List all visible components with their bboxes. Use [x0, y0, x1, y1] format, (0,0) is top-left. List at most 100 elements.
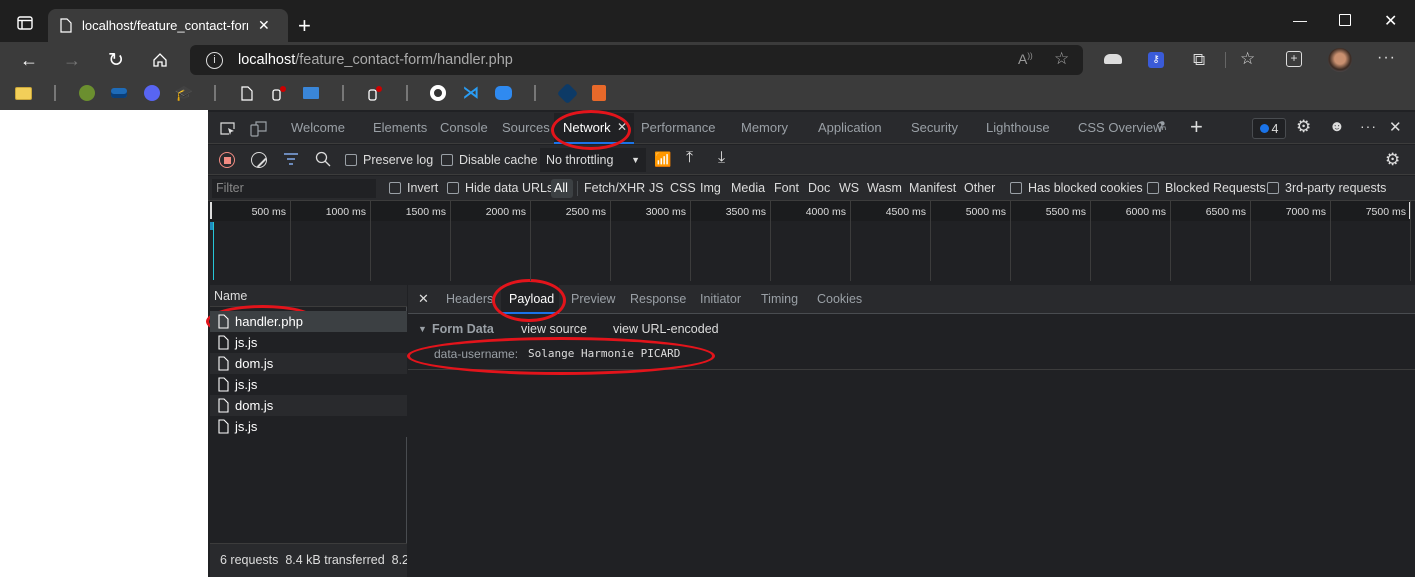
- blocked-requests-checkbox[interactable]: Blocked Requests: [1147, 181, 1266, 195]
- home-icon[interactable]: [152, 52, 168, 68]
- collapse-triangle-icon[interactable]: ▼: [418, 324, 427, 334]
- minimize-icon[interactable]: —: [1293, 12, 1307, 28]
- preserve-log-checkbox[interactable]: Preserve log: [345, 153, 433, 167]
- detail-tab-initiator[interactable]: Initiator: [700, 292, 741, 306]
- feedback-icon[interactable]: ☻: [1329, 118, 1345, 135]
- type-filter-img[interactable]: Img: [700, 181, 721, 195]
- vscode-icon[interactable]: ⋊: [462, 83, 480, 102]
- maximize-icon[interactable]: [1339, 14, 1351, 26]
- detail-tab-headers[interactable]: Headers: [446, 292, 493, 306]
- third-party-requests-checkbox[interactable]: 3rd-party requests: [1267, 181, 1386, 195]
- discord-icon[interactable]: [143, 84, 161, 102]
- more-tools-plus-icon[interactable]: +: [1190, 114, 1203, 140]
- invert-checkbox[interactable]: Invert: [389, 181, 438, 195]
- type-filter-ws[interactable]: WS: [839, 181, 859, 195]
- tab-memory[interactable]: Memory: [741, 120, 788, 135]
- collections-icon[interactable]: +: [1286, 51, 1302, 67]
- tab-security[interactable]: Security: [911, 120, 958, 135]
- throttling-select[interactable]: No throttling ▼: [540, 148, 646, 172]
- key-extension-icon[interactable]: ⚷: [1148, 52, 1164, 68]
- detail-tab-response[interactable]: Response: [630, 292, 686, 306]
- issues-badge[interactable]: 4: [1252, 118, 1286, 139]
- detail-tab-preview[interactable]: Preview: [571, 292, 615, 306]
- filter-input[interactable]: Filter: [212, 179, 376, 198]
- add-favorite-icon[interactable]: ☆: [1054, 49, 1069, 69]
- notes-icon[interactable]: [78, 84, 96, 102]
- database-icon[interactable]: [270, 84, 288, 102]
- view-source-link[interactable]: view source: [521, 322, 587, 336]
- type-filter-all[interactable]: All: [554, 181, 568, 195]
- customize-menu-icon[interactable]: ···: [1360, 118, 1377, 134]
- tab-application[interactable]: Application: [818, 120, 882, 135]
- tab-css-overview[interactable]: CSS Overview: [1078, 120, 1163, 135]
- device-emulation-icon[interactable]: [250, 121, 267, 137]
- site-info-icon[interactable]: i: [206, 52, 223, 69]
- devops-icon[interactable]: [556, 82, 578, 104]
- read-aloud-icon[interactable]: A)): [1018, 51, 1033, 67]
- record-stop-icon[interactable]: [219, 152, 235, 168]
- type-filter-doc[interactable]: Doc: [808, 181, 830, 195]
- hide-data-urls-checkbox[interactable]: Hide data URLs: [447, 181, 553, 195]
- folder-icon[interactable]: [14, 84, 32, 102]
- more-menu-icon[interactable]: ···: [1377, 49, 1396, 67]
- request-row[interactable]: js.js: [210, 332, 407, 353]
- type-filter-manifest[interactable]: Manifest: [909, 181, 956, 195]
- close-tab-icon[interactable]: ✕: [258, 17, 270, 34]
- import-har-icon[interactable]: ⤒: [686, 149, 693, 167]
- detail-tab-timing[interactable]: Timing: [761, 292, 798, 306]
- disable-cache-checkbox[interactable]: Disable cache: [441, 153, 538, 167]
- type-filter-js[interactable]: JS: [649, 181, 664, 195]
- back-icon[interactable]: ←: [20, 50, 38, 71]
- graduation-cap-icon[interactable]: 🎓: [175, 84, 194, 102]
- type-filter-other[interactable]: Other: [964, 181, 995, 195]
- profile-avatar[interactable]: [1328, 48, 1352, 72]
- has-blocked-cookies-checkbox[interactable]: Has blocked cookies: [1010, 181, 1143, 195]
- keycap-icon[interactable]: [110, 84, 128, 102]
- extensions-icon[interactable]: ⧉: [1193, 50, 1205, 70]
- tab-performance[interactable]: Performance: [641, 120, 715, 135]
- tab-console[interactable]: Console: [440, 120, 488, 135]
- clear-icon[interactable]: [251, 152, 267, 168]
- form-data-section-title[interactable]: Form Data: [432, 322, 494, 336]
- notebook-icon[interactable]: [590, 84, 608, 102]
- request-row[interactable]: dom.js: [210, 353, 407, 374]
- request-row[interactable]: js.js: [210, 416, 407, 437]
- detail-tab-cookies[interactable]: Cookies: [817, 292, 862, 306]
- settings-gear-icon[interactable]: ⚙: [1296, 117, 1311, 137]
- new-tab-icon[interactable]: +: [298, 13, 311, 39]
- address-bar[interactable]: localhost/feature_contact-form/handler.p…: [190, 45, 1083, 75]
- tab-actions-icon[interactable]: [17, 16, 33, 30]
- forward-icon[interactable]: →: [63, 50, 81, 71]
- tab-lighthouse[interactable]: Lighthouse: [986, 120, 1050, 135]
- request-row[interactable]: js.js: [210, 374, 407, 395]
- tab-welcome[interactable]: Welcome: [291, 120, 345, 135]
- document-icon[interactable]: [238, 84, 256, 102]
- type-filter-css[interactable]: CSS: [670, 181, 696, 195]
- filter-icon[interactable]: [283, 152, 299, 166]
- database-icon[interactable]: [366, 84, 384, 102]
- network-conditions-icon[interactable]: 📶: [654, 151, 671, 168]
- search-icon[interactable]: [315, 151, 331, 167]
- browser-tab[interactable]: localhost/feature_contact-form/h ✕: [48, 9, 288, 42]
- close-detail-icon[interactable]: ✕: [418, 291, 429, 307]
- github-bot-icon[interactable]: [494, 84, 512, 102]
- view-url-encoded-link[interactable]: view URL-encoded: [613, 322, 719, 336]
- request-row[interactable]: dom.js: [210, 395, 407, 416]
- favorites-icon[interactable]: ☆: [1240, 49, 1255, 69]
- close-devtools-icon[interactable]: ✕: [1389, 118, 1402, 136]
- close-window-icon[interactable]: ✕: [1384, 11, 1397, 31]
- refresh-icon[interactable]: ↻: [108, 49, 124, 72]
- github-icon[interactable]: [429, 84, 447, 102]
- type-filter-wasm[interactable]: Wasm: [867, 181, 902, 195]
- cloud-icon[interactable]: [1104, 54, 1122, 64]
- export-har-icon[interactable]: ⤓: [718, 149, 725, 167]
- type-filter-fetch-xhr[interactable]: Fetch/XHR: [584, 181, 645, 195]
- type-filter-media[interactable]: Media: [731, 181, 765, 195]
- type-filter-font[interactable]: Font: [774, 181, 799, 195]
- name-column-header[interactable]: Name: [210, 285, 407, 307]
- tab-sources[interactable]: Sources: [502, 120, 550, 135]
- tab-elements[interactable]: Elements: [373, 120, 427, 135]
- network-settings-gear-icon[interactable]: ⚙: [1385, 150, 1400, 170]
- inspect-element-icon[interactable]: [219, 121, 236, 136]
- timeline-handle-left[interactable]: [210, 202, 212, 219]
